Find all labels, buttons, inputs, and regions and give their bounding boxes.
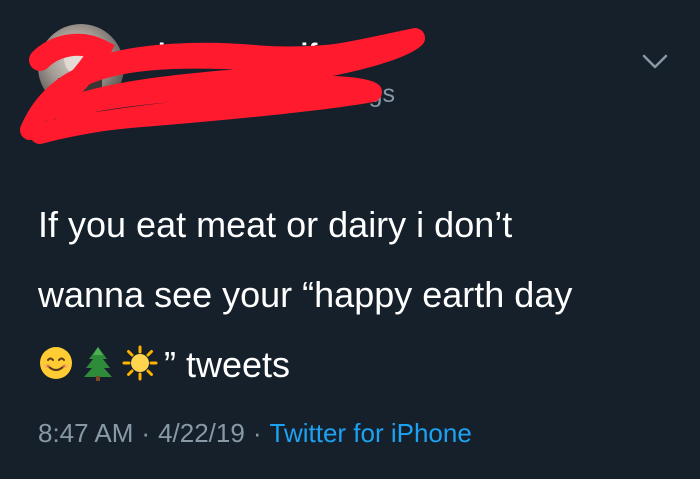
tweet-date[interactable]: 4/22/19 [158, 418, 245, 448]
tweet-text: If you eat meat or dairy i don’t wanna s… [38, 190, 678, 400]
tweet-text-line: wanna see your “happy earth day [38, 274, 573, 315]
avatar[interactable] [38, 24, 124, 110]
tweet-meta: 8:47 AM · 4/22/19 · Twitter for iPhone [38, 418, 472, 449]
tweet-text-suffix: ” tweets [164, 344, 291, 385]
evergreen-tree-emoji [84, 347, 112, 382]
display-name[interactable]: hummus wife [158, 38, 333, 69]
tweet-time[interactable]: 8:47 AM [38, 418, 133, 448]
tweet-source-link[interactable]: Twitter for iPhone [270, 418, 472, 448]
meta-separator: · [252, 418, 262, 448]
avatar-photo [58, 41, 102, 110]
tweet-text-line: ” tweets [38, 330, 678, 400]
user-handle[interactable]: @igs [158, 80, 395, 109]
meta-separator: · [141, 418, 151, 448]
sun-emoji [122, 345, 158, 381]
tweet-text-line: If you eat meat or dairy i don’t [38, 204, 513, 245]
tweet-card: hummus wife @igs If you eat meat or dair… [0, 0, 700, 479]
badge-icon [361, 43, 381, 63]
smiling-face-emoji [40, 347, 72, 380]
chevron-down-icon[interactable] [642, 54, 668, 70]
handle-visible-tail: igs [363, 80, 395, 108]
